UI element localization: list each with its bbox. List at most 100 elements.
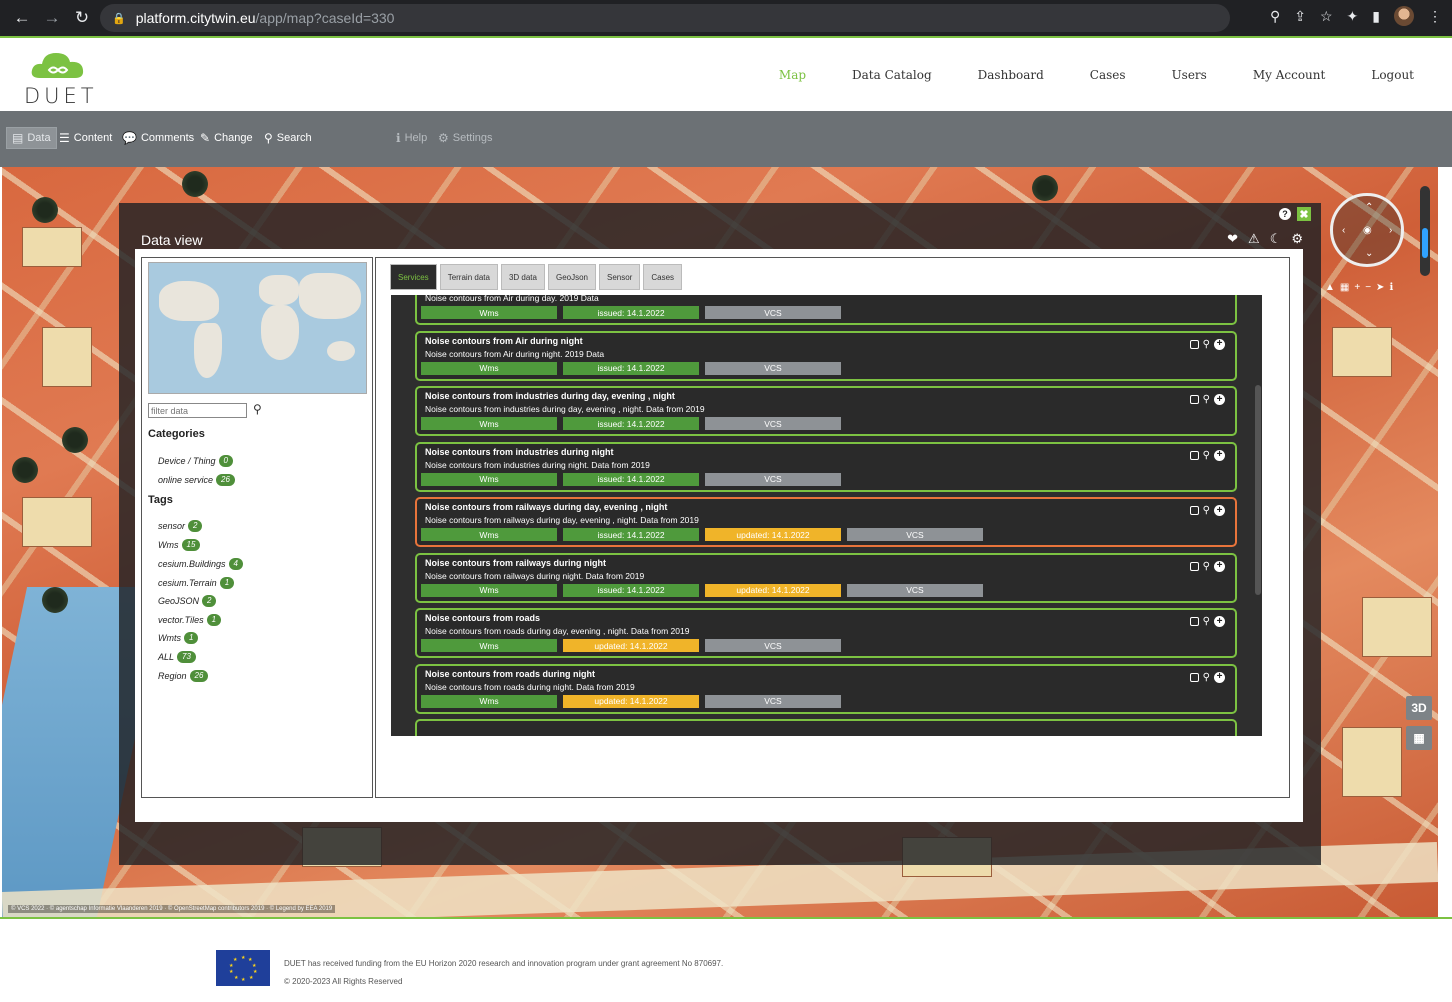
service-card[interactable] bbox=[415, 719, 1237, 736]
share-icon[interactable]: ⇪ bbox=[1294, 8, 1306, 25]
tab-geojson[interactable]: GeoJson bbox=[547, 264, 596, 290]
service-card[interactable]: Noise contours from roads during night No… bbox=[415, 663, 1237, 714]
nav-cases[interactable]: Cases bbox=[1090, 68, 1126, 82]
add-layer-icon[interactable]: + bbox=[1214, 338, 1225, 350]
3d-toggle-button[interactable]: 3D bbox=[1406, 696, 1432, 720]
select-checkbox[interactable] bbox=[1189, 561, 1199, 571]
comments-button[interactable]: 💬 Comments bbox=[122, 127, 194, 149]
nav-users[interactable]: Users bbox=[1172, 68, 1207, 82]
content-button[interactable]: ☰ Content bbox=[59, 127, 112, 149]
tab-services[interactable]: Services bbox=[390, 264, 437, 290]
add-layer-icon[interactable]: + bbox=[1214, 671, 1225, 683]
tag-item[interactable]: vector.Tiles 1 bbox=[158, 614, 222, 626]
service-card[interactable]: Noise contours from railways during nigh… bbox=[415, 552, 1237, 603]
gear-icon[interactable]: ⚙ bbox=[1291, 231, 1303, 247]
select-checkbox[interactable] bbox=[1189, 339, 1199, 349]
eye-icon[interactable]: ◉ bbox=[1363, 225, 1372, 236]
tag-item[interactable]: cesium.Buildings 4 bbox=[158, 558, 243, 570]
category-item[interactable]: online service 26 bbox=[158, 474, 235, 486]
search-button[interactable]: ⚲ Search bbox=[264, 127, 312, 149]
nav-logout[interactable]: Logout bbox=[1371, 68, 1414, 82]
tag-item[interactable]: GeoJSON 2 bbox=[158, 595, 217, 607]
map-pin-icon[interactable]: ⚲ bbox=[1203, 394, 1210, 405]
forward-arrow-icon[interactable]: → bbox=[38, 4, 66, 32]
duet-logo[interactable]: DUET bbox=[24, 48, 94, 108]
heartbeat-icon[interactable]: ❤ bbox=[1227, 231, 1238, 247]
tab-sensor[interactable]: Sensor bbox=[599, 264, 641, 290]
layers-icon[interactable]: ▲ bbox=[1325, 282, 1335, 293]
grid-icon[interactable]: ▦ bbox=[1340, 282, 1349, 293]
select-checkbox[interactable] bbox=[1189, 506, 1199, 515]
select-checkbox[interactable] bbox=[1189, 672, 1199, 682]
nav-my-account[interactable]: My Account bbox=[1253, 68, 1326, 82]
settings-button[interactable]: ⚙ Settings bbox=[438, 127, 493, 149]
address-bar[interactable]: 🔒 platform.citytwin.eu/app/map?caseId=33… bbox=[100, 4, 1230, 32]
tag-item[interactable]: Region 26 bbox=[158, 670, 209, 682]
map-pin-icon[interactable]: ⚲ bbox=[1203, 505, 1210, 516]
grid-view-button[interactable]: ▦ bbox=[1406, 726, 1432, 750]
modal-help-icon[interactable]: ? bbox=[1279, 208, 1291, 220]
locate-icon[interactable]: ➤ bbox=[1376, 282, 1384, 293]
chevron-left-icon[interactable]: ‹ bbox=[1342, 225, 1345, 236]
chevron-up-icon[interactable]: ⌃ bbox=[1365, 202, 1373, 213]
chevron-down-icon[interactable]: ⌄ bbox=[1365, 248, 1373, 259]
overview-minimap[interactable] bbox=[148, 262, 367, 394]
bookmark-star-icon[interactable]: ☆ bbox=[1320, 8, 1333, 25]
chevron-right-icon[interactable]: › bbox=[1389, 225, 1392, 236]
add-layer-icon[interactable]: + bbox=[1214, 560, 1225, 572]
service-card[interactable]: Noise contours from Air during night Nois… bbox=[415, 330, 1237, 381]
map-pin-icon[interactable]: ⚲ bbox=[1203, 339, 1210, 350]
sidebar-toggle-icon[interactable]: ▮ bbox=[1372, 8, 1380, 25]
service-card[interactable]: Noise contours from Air during dayNoise … bbox=[415, 295, 1237, 325]
more-menu-icon[interactable]: ⋮ bbox=[1428, 8, 1442, 25]
tag-item[interactable]: cesium.Terrain 1 bbox=[158, 577, 235, 589]
service-card[interactable]: Noise contours from industries during da… bbox=[415, 386, 1237, 436]
add-layer-icon[interactable]: + bbox=[1214, 505, 1225, 516]
add-layer-icon[interactable]: + bbox=[1214, 394, 1225, 405]
data-button[interactable]: ▤ Data bbox=[6, 127, 57, 149]
extensions-icon[interactable]: ✦ bbox=[1347, 8, 1359, 25]
tag-item[interactable]: sensor 2 bbox=[158, 520, 203, 532]
map-pin-icon[interactable]: ⚲ bbox=[1203, 450, 1210, 461]
map-attribution[interactable]: © VCS 2022 · © agentschap Informatie Vla… bbox=[8, 905, 336, 913]
map-pin-icon[interactable]: ⚲ bbox=[1203, 672, 1210, 683]
select-checkbox[interactable] bbox=[1189, 617, 1199, 626]
select-checkbox[interactable] bbox=[1189, 450, 1199, 460]
search-icon[interactable]: ⚲ bbox=[253, 402, 262, 416]
info-small-icon[interactable]: ℹ bbox=[1389, 282, 1393, 293]
zoom-icon[interactable]: ⚲ bbox=[1270, 8, 1280, 25]
nav-dashboard[interactable]: Dashboard bbox=[978, 68, 1044, 82]
zoom-slider[interactable] bbox=[1420, 186, 1430, 276]
filter-data-input[interactable] bbox=[148, 403, 247, 418]
add-layer-icon[interactable]: + bbox=[1214, 616, 1225, 627]
service-card[interactable]: Noise contours from roads Noise contours … bbox=[415, 608, 1237, 658]
moon-icon[interactable]: ☾ bbox=[1270, 231, 1282, 247]
back-arrow-icon[interactable]: ← bbox=[8, 4, 36, 32]
scrollbar[interactable] bbox=[1255, 385, 1261, 595]
plus-icon[interactable]: + bbox=[1354, 282, 1360, 293]
help-button[interactable]: ℹ Help bbox=[396, 127, 427, 149]
nav-data-catalog[interactable]: Data Catalog bbox=[852, 68, 932, 82]
tag-item[interactable]: Wmts 1 bbox=[158, 632, 199, 644]
profile-avatar[interactable] bbox=[1394, 6, 1414, 26]
navigation-compass[interactable]: ⌃ ‹ › ⌄ ◉ bbox=[1330, 193, 1404, 267]
modal-close-button[interactable]: ✖ bbox=[1297, 207, 1311, 221]
change-button[interactable]: ✎ Change bbox=[200, 127, 253, 149]
reload-icon[interactable]: ↻ bbox=[68, 4, 96, 32]
service-list[interactable]: Noise contours from Air during dayNoise … bbox=[391, 295, 1262, 736]
service-card[interactable]: Noise contours from industries during ni… bbox=[415, 441, 1237, 492]
tab-3d-data[interactable]: 3D data bbox=[500, 264, 545, 290]
add-layer-icon[interactable]: + bbox=[1214, 449, 1225, 461]
tab-terrain-data[interactable]: Terrain data bbox=[439, 264, 498, 290]
service-card[interactable]: Noise contours from railways during day,… bbox=[415, 497, 1237, 547]
map-pin-icon[interactable]: ⚲ bbox=[1203, 561, 1210, 572]
tag-item[interactable]: Wms 15 bbox=[158, 539, 201, 551]
category-item[interactable]: Device / Thing 0 bbox=[158, 455, 233, 467]
warning-icon[interactable]: ⚠ bbox=[1248, 231, 1260, 247]
tag-item[interactable]: ALL 73 bbox=[158, 651, 196, 663]
nav-map[interactable]: Map bbox=[779, 68, 806, 82]
map-pin-icon[interactable]: ⚲ bbox=[1203, 616, 1210, 627]
minus-icon[interactable]: − bbox=[1365, 282, 1371, 293]
select-checkbox[interactable] bbox=[1189, 395, 1199, 404]
tab-cases[interactable]: Cases bbox=[643, 264, 683, 290]
